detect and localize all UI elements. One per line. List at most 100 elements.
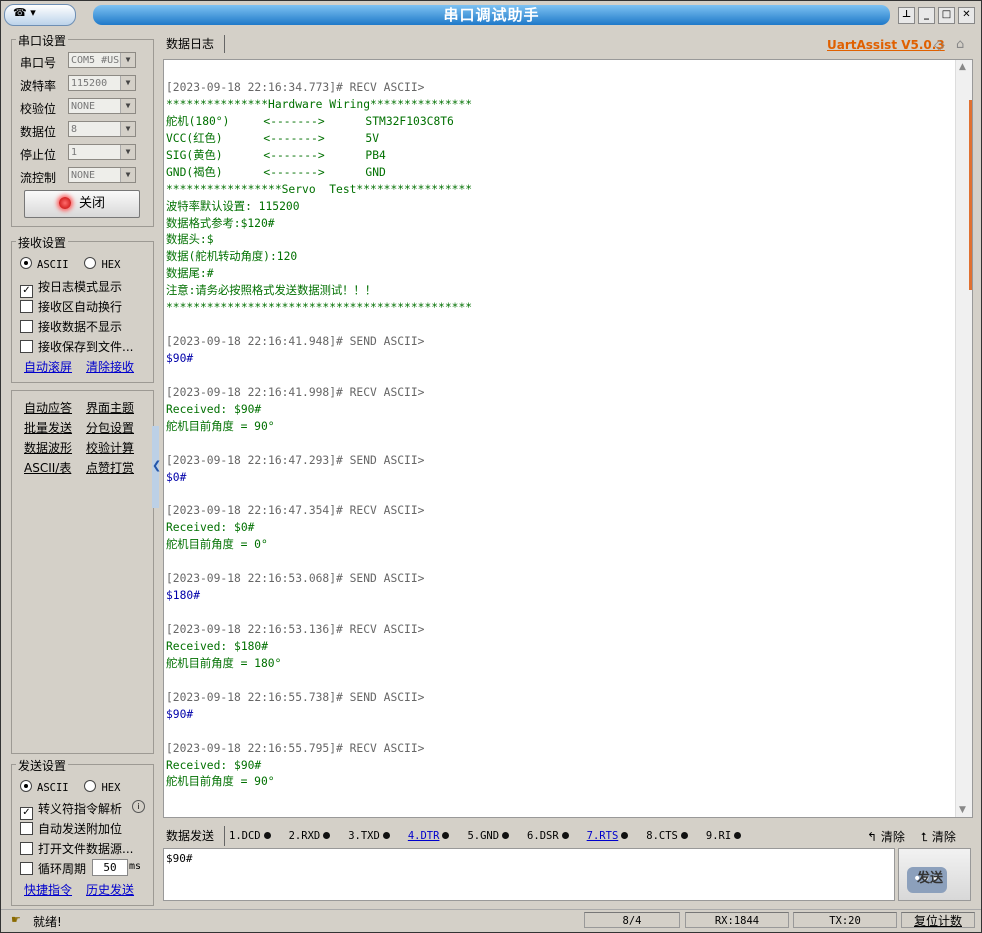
serial-settings-title: 串口设置 xyxy=(16,32,69,49)
pin-label: 9.RI xyxy=(705,830,732,842)
pin-indicator[interactable]: 4.DTR xyxy=(408,830,459,842)
clear-receive-link[interactable]: 清除接收 xyxy=(86,358,134,375)
tools-group: 自动应答 界面主题 批量发送 分包设置 数据波形 校验计算 ASCII/表 点赞打赏 xyxy=(11,390,154,754)
checkbox-empty-icon xyxy=(20,340,33,353)
send-option-checkbox[interactable]: 循环周期 xyxy=(20,860,86,877)
flow-value: NONE xyxy=(71,170,96,181)
brand-link[interactable]: UartAssist V5.0.3 xyxy=(827,38,945,52)
minimize-button[interactable]: _ xyxy=(918,7,935,24)
radio-off-icon xyxy=(84,257,97,269)
receive-log-area[interactable]: [2023-09-18 22:16:34.773]# RECV ASCII> **… xyxy=(163,59,973,818)
app-window: ☎ ▾ 串口调试助手 ⊥ _ □ ✕ 串口设置 串口号 COM5 #USB ▼ 波… xyxy=(0,0,982,933)
chevron-left-icon: ❮ xyxy=(152,459,162,472)
receive-option-label: 接收区自动换行 xyxy=(38,300,123,314)
send-ascii-radio[interactable]: ASCII xyxy=(20,780,69,794)
tab-data-log[interactable]: 数据日志 xyxy=(163,35,225,53)
send-button[interactable]: ••• 发送 xyxy=(898,848,971,901)
tool-link[interactable]: 点赞打赏 xyxy=(86,459,134,476)
close-button[interactable]: ✕ xyxy=(958,7,975,24)
tool-link[interactable]: 界面主题 xyxy=(86,399,134,416)
log-line: Received: $180# xyxy=(166,639,269,653)
flow-select[interactable]: NONE ▼ xyxy=(68,167,136,183)
close-port-label: 关闭 xyxy=(78,196,105,211)
chevron-down-icon: ▼ xyxy=(120,99,135,113)
log-line: [2023-09-18 22:16:47.354]# RECV ASCII> xyxy=(166,504,425,518)
log-line: $90# xyxy=(166,707,194,721)
tool-link[interactable]: 批量发送 xyxy=(24,419,72,436)
send-input[interactable]: $90# xyxy=(163,848,895,901)
send-option-checkbox[interactable]: ✓ 转义符指令解析 xyxy=(20,800,122,820)
window-title: 串口调试助手 xyxy=(93,5,890,25)
pin-led-icon xyxy=(382,832,390,839)
pin-indicator: 5.GND xyxy=(467,830,518,842)
receive-option-checkbox[interactable]: 接收保存到文件... xyxy=(20,338,133,355)
send-option-checkbox[interactable]: 打开文件数据源... xyxy=(20,840,133,857)
info-icon[interactable]: i xyxy=(132,800,145,813)
receive-ascii-radio[interactable]: ASCII xyxy=(20,257,69,271)
baud-label: 波特率 xyxy=(20,79,57,93)
scroll-up-icon[interactable]: ▲ xyxy=(959,62,966,72)
stopbits-select[interactable]: 1 ▼ xyxy=(68,144,136,160)
pin-led-icon xyxy=(442,832,450,839)
checkbox-checked-icon: ✓ xyxy=(20,285,33,298)
tool-link[interactable]: 校验计算 xyxy=(86,439,134,456)
status-led-icon xyxy=(58,197,71,209)
port-label: 串口号 xyxy=(20,56,57,70)
receive-hex-radio[interactable]: HEX xyxy=(84,257,120,271)
system-menu-icon: ☎ ▾ xyxy=(13,6,36,19)
period-input[interactable]: 50 xyxy=(92,859,128,876)
tool-link[interactable]: 数据波形 xyxy=(24,439,72,456)
receive-option-checkbox[interactable]: 接收区自动换行 xyxy=(20,298,122,315)
diamond-icon[interactable]: ◇ xyxy=(934,37,945,53)
period-unit: ms xyxy=(129,861,142,872)
scroll-thumb[interactable] xyxy=(969,100,972,290)
pin-indicator: 2.RXD xyxy=(289,830,340,842)
pin-icon[interactable]: ⊥ xyxy=(898,7,915,24)
receive-mode-row: ASCII HEX xyxy=(20,257,120,271)
baud-select[interactable]: 115200 ▼ xyxy=(68,75,136,91)
scroll-down-icon[interactable]: ▼ xyxy=(959,805,966,815)
checkbox-empty-icon xyxy=(20,862,33,875)
log-line: [2023-09-18 22:16:53.068]# SEND ASCII> xyxy=(166,572,425,586)
pin-label: 7.RTS xyxy=(586,830,619,842)
parity-value: NONE xyxy=(71,101,96,112)
send-option-label: 循环周期 xyxy=(38,862,87,876)
collapse-handle[interactable]: ❮ xyxy=(152,426,162,508)
reset-counter-button[interactable]: 复位计数 xyxy=(901,912,975,928)
log-line: Received: $0# xyxy=(166,521,255,535)
checkbox-empty-icon xyxy=(20,822,33,835)
parity-select[interactable]: NONE ▼ xyxy=(68,98,136,114)
pin-indicator[interactable]: 7.RTS xyxy=(587,830,638,842)
receive-option-checkbox[interactable]: 接收数据不显示 xyxy=(20,318,122,335)
send-option-checkbox[interactable]: 自动发送附加位 xyxy=(20,820,122,837)
bell-icon[interactable]: ⌂ xyxy=(956,37,964,52)
system-menu-button[interactable]: ☎ ▾ xyxy=(4,4,76,26)
parity-label: 校验位 xyxy=(20,102,57,116)
tool-link[interactable]: 自动应答 xyxy=(24,399,72,416)
log-line: [2023-09-18 22:16:34.773]# RECV ASCII> xyxy=(166,81,425,94)
log-line: 数据(舵机转动角度):120 xyxy=(166,250,298,264)
log-line: [2023-09-18 22:16:55.795]# RECV ASCII> xyxy=(166,741,425,755)
history-link[interactable]: 历史发送 xyxy=(86,881,134,898)
tool-link[interactable]: 分包设置 xyxy=(86,419,134,436)
clear-input-button[interactable]: ⮤ 清除 xyxy=(921,828,956,845)
shortcut-link[interactable]: 快捷指令 xyxy=(24,881,72,898)
auto-scroll-link[interactable]: 自动滚屏 xyxy=(24,358,72,375)
chevron-down-icon: ▼ xyxy=(120,122,135,136)
tool-link[interactable]: ASCII/表 xyxy=(24,459,71,476)
log-line: 注意:请务必按照格式发送数据测试！！！ xyxy=(166,284,377,298)
maximize-button[interactable]: □ xyxy=(938,7,955,24)
send-hex-radio[interactable]: HEX xyxy=(84,780,120,794)
port-select[interactable]: COM5 #USB ▼ xyxy=(68,52,136,68)
close-port-button[interactable]: 关闭 xyxy=(24,190,140,218)
serial-settings-group: 串口设置 串口号 COM5 #USB ▼ 波特率 115200 ▼ 校验位 NONE… xyxy=(11,32,154,227)
log-scrollbar[interactable]: ▲ ▼ xyxy=(955,60,972,817)
receive-settings-title: 接收设置 xyxy=(16,234,69,251)
tab-data-send[interactable]: 数据发送 xyxy=(163,826,225,846)
pin-label: 5.GND xyxy=(467,830,500,842)
pin-label: 2.RXD xyxy=(288,830,321,842)
databits-select[interactable]: 8 ▼ xyxy=(68,121,136,137)
clear-send-button[interactable]: ↰ 清除 xyxy=(867,828,905,845)
receive-option-checkbox[interactable]: ✓ 按日志模式显示 xyxy=(20,278,122,298)
